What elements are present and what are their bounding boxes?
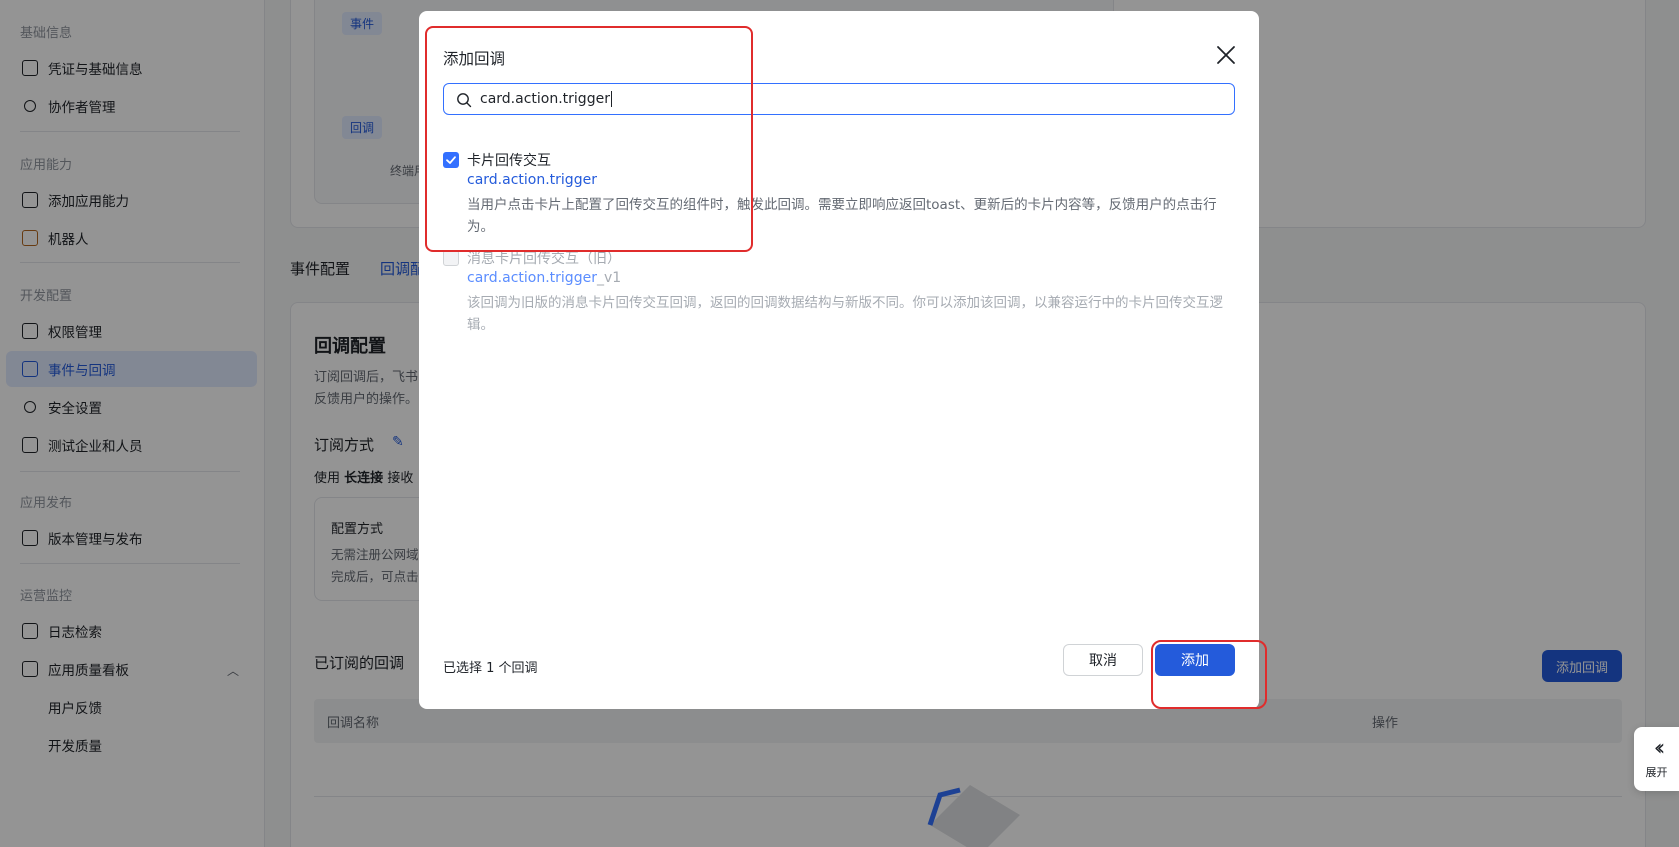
option-key-suffix: _v1 — [596, 270, 622, 286]
selected-count: 已选择 1 个回调 — [443, 661, 538, 676]
close-icon[interactable] — [1215, 44, 1237, 66]
annotation-highlight-option — [425, 26, 753, 252]
expand-button[interactable]: ‹‹ 展开 — [1634, 727, 1679, 791]
double-chevron-left-icon: ‹‹ — [1653, 736, 1665, 761]
annotation-highlight-add — [1151, 640, 1267, 709]
checkbox-disabled — [443, 250, 459, 266]
option-description: 该回调为旧版的消息卡片回传交互回调，返回的回调数据结构与新版不同。你可以添加该回… — [467, 295, 1223, 333]
cancel-button[interactable]: 取消 — [1063, 644, 1143, 676]
option-card-action-trigger-v1: 消息卡片回传交互（旧） card.action.trigger_v1 该回调为旧… — [443, 248, 1223, 333]
option-key: card.action.trigger_v1 — [467, 270, 621, 286]
option-key-main: card.action.trigger — [467, 270, 597, 286]
expand-label: 展开 — [1645, 766, 1668, 779]
